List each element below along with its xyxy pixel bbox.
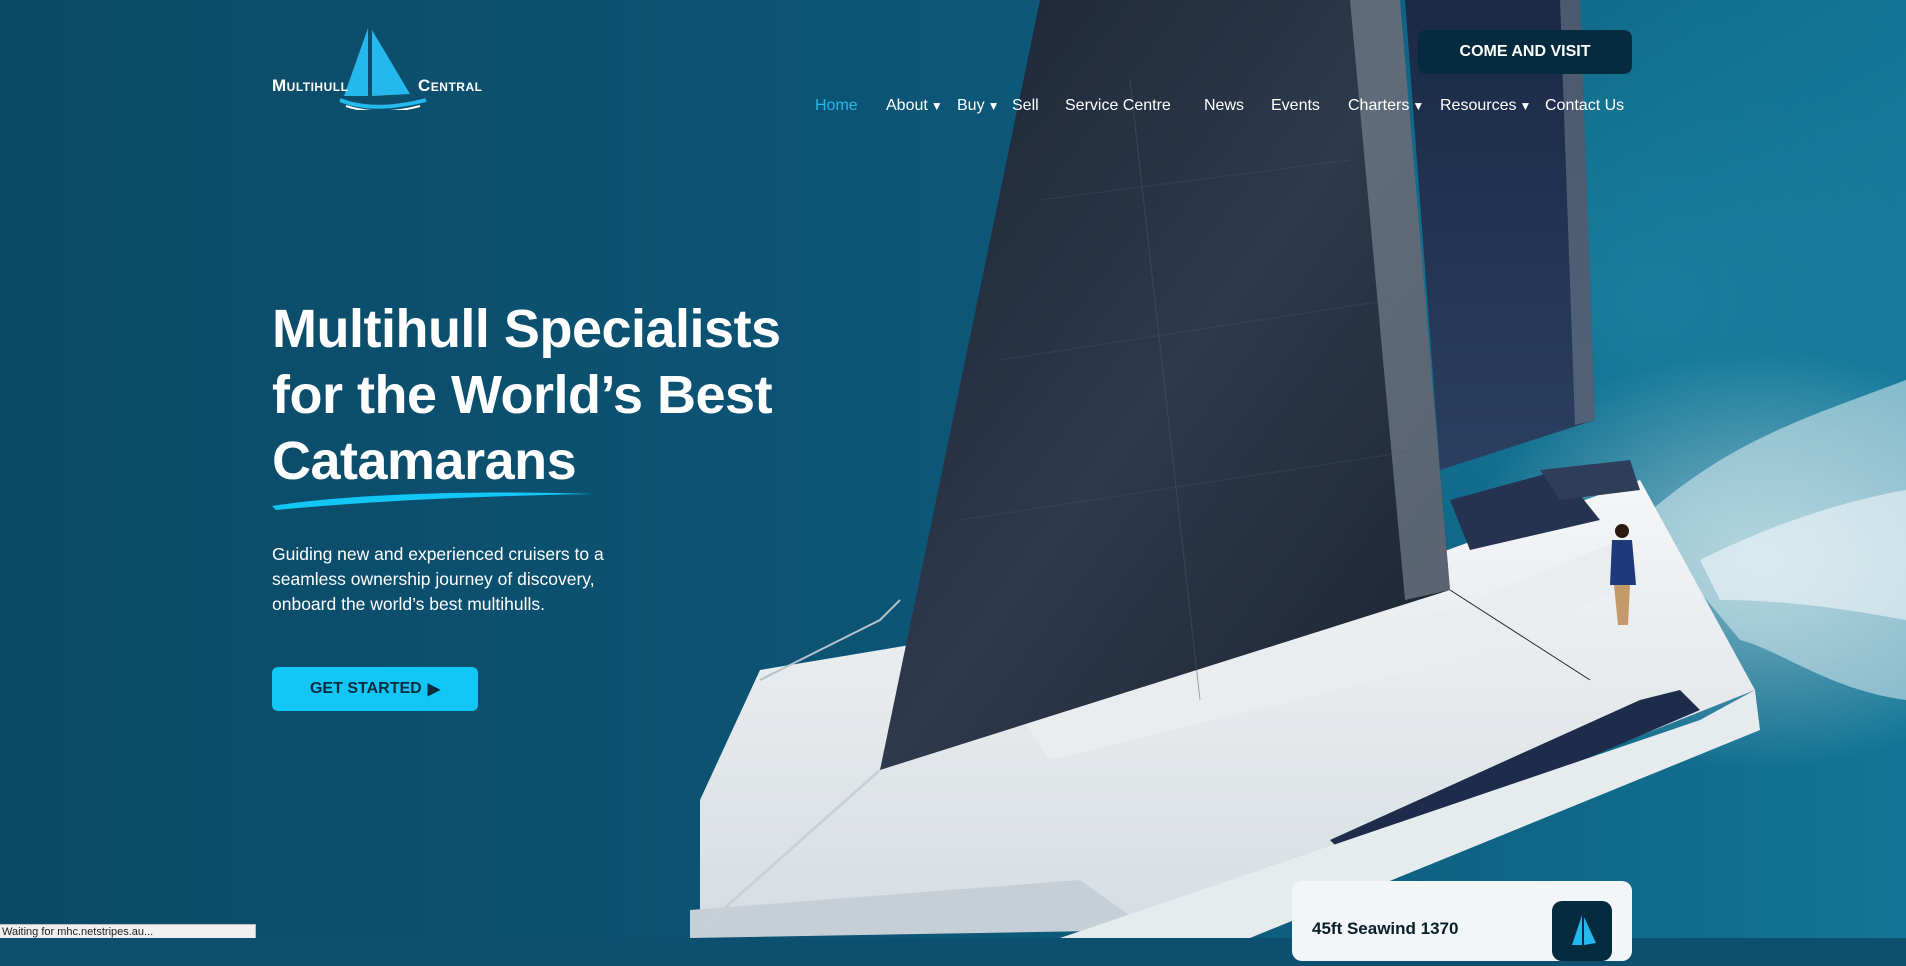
- nav-item-label: Contact Us: [1545, 97, 1625, 114]
- nav-item-news[interactable]: News: [1204, 97, 1244, 115]
- come-and-visit-button[interactable]: COME AND VISIT: [1418, 30, 1632, 74]
- hero-subtext-line: seamless ownership journey of discovery,: [272, 569, 595, 589]
- nav-item-events[interactable]: Events: [1271, 97, 1320, 115]
- nav-item-label: Home: [815, 97, 858, 114]
- caret-down-icon: ▼: [987, 99, 1000, 113]
- hero-headline: Multihull Specialists for the World’s Be…: [272, 296, 832, 494]
- nav-item-about[interactable]: About ▼: [886, 97, 943, 115]
- main-navigation: Home About ▼ Buy ▼ Sell Service Centre New…: [0, 97, 1906, 121]
- caret-down-icon: ▼: [930, 99, 943, 113]
- hero-subtext: Guiding new and experienced cruisers to …: [272, 542, 672, 617]
- nav-item-label: News: [1204, 97, 1245, 114]
- caret-down-icon: ▼: [1412, 99, 1425, 113]
- browser-status-bar: Waiting for mhc.netstripes.au...: [0, 924, 256, 938]
- nav-item-label: Events: [1271, 97, 1320, 114]
- hero-subtext-line: onboard the world’s best multihulls.: [272, 594, 546, 614]
- nav-item-label: Sell: [1012, 97, 1039, 114]
- play-triangle-icon: ▶: [427, 681, 440, 698]
- nav-item-label: Charters: [1348, 97, 1410, 114]
- nav-item-sell[interactable]: Sell: [1012, 97, 1039, 115]
- hero-headline-line: Multihull Specialists: [272, 299, 781, 359]
- get-started-button[interactable]: GET STARTED ▶: [272, 667, 478, 711]
- logo-word-right: Central: [418, 76, 483, 95]
- caret-down-icon: ▼: [1519, 99, 1532, 113]
- nav-item-contact-us[interactable]: Contact Us: [1545, 97, 1624, 115]
- nav-item-label: Service Centre: [1065, 97, 1171, 114]
- hero-headline-line: Catamarans: [272, 431, 577, 491]
- headline-underline-swoosh: [272, 492, 594, 510]
- hero-subtext-line: Guiding new and experienced cruisers to …: [272, 544, 604, 564]
- nav-item-service-centre[interactable]: Service Centre: [1065, 97, 1171, 115]
- nav-item-home[interactable]: Home: [815, 97, 858, 115]
- nav-item-label: About: [886, 97, 928, 114]
- get-started-label: GET STARTED: [309, 680, 422, 697]
- listing-title: 45ft Seawind 1370: [1312, 919, 1459, 938]
- nav-item-buy[interactable]: Buy ▼: [957, 97, 999, 115]
- hero-headline-line: for the World’s Best: [272, 365, 773, 425]
- listing-badge: [1552, 901, 1612, 961]
- featured-listing-card[interactable]: 45ft Seawind 1370: [1292, 881, 1632, 961]
- nav-item-resources[interactable]: Resources ▼: [1440, 97, 1531, 115]
- nav-item-label: Resources: [1440, 97, 1517, 114]
- logo-word-left: Multihull: [272, 76, 349, 95]
- nav-item-charters[interactable]: Charters ▼: [1348, 97, 1424, 115]
- nav-item-label: Buy: [957, 97, 985, 114]
- sail-logo-icon: [1572, 915, 1596, 945]
